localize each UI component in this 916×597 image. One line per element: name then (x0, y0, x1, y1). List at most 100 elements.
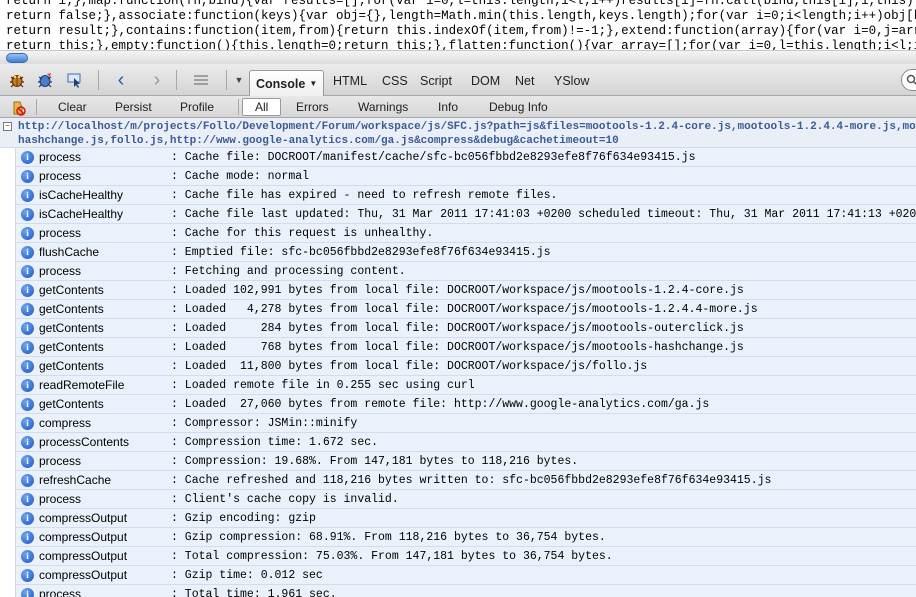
log-message: : Loaded 102,991 bytes from local file: … (171, 284, 744, 297)
log-function-name: process (39, 587, 82, 597)
log-row[interactable]: i process: Cache file: DOCROOT/manifest/c… (16, 148, 916, 167)
log-row[interactable]: i getContents: Loaded 102,991 bytes from … (16, 281, 916, 300)
log-function-name: getContents (39, 340, 104, 354)
list-menu-icon[interactable] (190, 70, 212, 90)
log-row[interactable]: i isCacheHealthy: Cache file last updated… (16, 205, 916, 224)
log-message: : Total time: 1.961 sec. (171, 588, 337, 597)
log-row[interactable]: i process: Total time: 1.961 sec. (16, 585, 916, 597)
log-message: : Loaded 4,278 bytes from local file: DO… (171, 303, 758, 316)
log-row[interactable]: i getContents: Loaded 11,800 bytes from l… (16, 357, 916, 376)
inspect-pointer-icon[interactable] (64, 70, 86, 90)
info-icon: i (21, 417, 34, 430)
log-entries: i process: Cache file: DOCROOT/manifest/c… (16, 148, 916, 597)
log-row[interactable]: i process: Client's cache copy is invalid… (16, 490, 916, 509)
tab-net[interactable]: Net (509, 70, 540, 92)
console-log: − http://localhost/m/projects/Follo/Deve… (0, 118, 916, 597)
info-icon: i (21, 189, 34, 202)
firebug-toolbar: ‹ › ▼ Console ▼ HTML CSS Script DOM Net … (0, 64, 916, 96)
tab-html[interactable]: HTML (327, 70, 373, 92)
log-message: : Gzip encoding: gzip (171, 512, 316, 525)
log-message: : Gzip time: 0.012 sec (171, 569, 323, 582)
info-icon: i (21, 379, 34, 392)
log-row[interactable]: i getContents: Loaded 4,278 bytes from lo… (16, 300, 916, 319)
tab-css[interactable]: CSS (376, 70, 414, 92)
info-icon: i (21, 284, 34, 297)
filter-all[interactable]: All (242, 98, 282, 116)
firebug-bug-icon[interactable] (6, 70, 28, 90)
info-icon: i (21, 569, 34, 582)
log-row[interactable]: i readRemoteFile: Loaded remote file in 0… (16, 376, 916, 395)
log-message: : Loaded 11,800 bytes from local file: D… (171, 360, 648, 373)
filter-errors[interactable]: Errors (296, 98, 329, 116)
log-row[interactable]: i compressOutput: Total compression: 75.0… (16, 547, 916, 566)
inspect-bug-icon[interactable] (34, 70, 56, 90)
log-row[interactable]: i refreshCache: Cache refreshed and 118,2… (16, 471, 916, 490)
tab-console[interactable]: Console ▼ (249, 70, 325, 96)
log-message: : Cache file last updated: Thu, 31 Mar 2… (171, 208, 916, 221)
log-function-name: getContents (39, 321, 104, 335)
log-function-name: readRemoteFile (39, 378, 125, 392)
log-function-name: process (39, 454, 82, 468)
log-row[interactable]: i compressOutput: Gzip time: 0.012 sec (16, 566, 916, 585)
tab-dom[interactable]: DOM (465, 70, 506, 92)
info-icon: i (21, 474, 34, 487)
log-message: : Compression time: 1.672 sec. (171, 436, 379, 449)
back-arrow-icon[interactable]: ‹ (110, 69, 132, 91)
profile-button[interactable]: Profile (180, 98, 214, 116)
info-icon: i (21, 227, 34, 240)
log-row[interactable]: i processContents: Compression time: 1.67… (16, 433, 916, 452)
filter-info[interactable]: Info (438, 98, 458, 116)
log-message: : Client's cache copy is invalid. (171, 493, 399, 506)
clear-button[interactable]: Clear (58, 98, 87, 116)
log-function-name: compressOutput (39, 511, 128, 525)
log-row[interactable]: i getContents: Loaded 284 bytes from loca… (16, 319, 916, 338)
info-icon: i (21, 265, 34, 278)
group-url-line2[interactable]: hashchange.js,follo.js,http://www.google… (18, 135, 619, 148)
collapse-toggle-icon[interactable]: − (3, 122, 12, 131)
log-function-name: compressOutput (39, 549, 128, 563)
log-row[interactable]: i process: Fetching and processing conten… (16, 262, 916, 281)
log-message: : Compression: 19.68%. From 147,181 byte… (171, 455, 579, 468)
panel-menu-arrow-icon[interactable]: ▼ (232, 70, 246, 90)
log-row[interactable]: i process: Compression: 19.68%. From 147,… (16, 452, 916, 471)
info-icon: i (21, 531, 34, 544)
group-url-line1[interactable]: http://localhost/m/projects/Follo/Develo… (18, 121, 916, 134)
log-row[interactable]: i compressOutput: Gzip encoding: gzip (16, 509, 916, 528)
dropdown-arrow-icon: ▼ (309, 79, 318, 88)
log-message: : Gzip compression: 68.91%. From 118,216… (171, 531, 606, 544)
log-row[interactable]: i process: Cache mode: normal (16, 167, 916, 186)
filter-warnings[interactable]: Warnings (358, 98, 408, 116)
persist-button[interactable]: Persist (115, 98, 152, 116)
search-input[interactable] (901, 69, 916, 91)
tab-script[interactable]: Script (414, 70, 458, 92)
log-row[interactable]: i getContents: Loaded 768 bytes from loca… (16, 338, 916, 357)
forward-arrow-icon[interactable]: › (146, 69, 168, 91)
log-function-name: getContents (39, 397, 104, 411)
log-message: : Loaded 284 bytes from local file: DOCR… (171, 322, 744, 335)
page-source: return i;},map:function(fn,bind){var res… (0, 0, 916, 50)
log-row[interactable]: i isCacheHealthy: Cache file has expired … (16, 186, 916, 205)
log-row[interactable]: i compressOutput: Gzip compression: 68.91… (16, 528, 916, 547)
scrollbar-thumb[interactable] (6, 53, 28, 63)
log-message: : Cache file has expired - need to refre… (171, 189, 558, 202)
source-line: return i;},map:function(fn,bind){var res… (6, 0, 916, 8)
log-row[interactable]: i flushCache: Emptied file: sfc-bc056fbbd… (16, 243, 916, 262)
log-function-name: process (39, 169, 82, 183)
tab-yslow[interactable]: YSlow (548, 70, 595, 92)
log-row[interactable]: i process: Cache for this request is unhe… (16, 224, 916, 243)
log-row[interactable]: i getContents: Loaded 27,060 bytes from r… (16, 395, 916, 414)
log-row[interactable]: i compress: Compressor: JSMin::minify (16, 414, 916, 433)
info-icon: i (21, 151, 34, 164)
clear-console-icon[interactable] (10, 99, 26, 117)
info-icon: i (21, 246, 34, 259)
log-function-name: process (39, 226, 82, 240)
log-message: : Loaded 768 bytes from local file: DOCR… (171, 341, 744, 354)
log-group-header[interactable]: − http://localhost/m/projects/Follo/Deve… (0, 118, 916, 148)
log-function-name: processContents (39, 435, 130, 449)
info-icon: i (21, 170, 34, 183)
horizontal-scrollbar[interactable] (0, 50, 916, 64)
log-function-name: isCacheHealthy (39, 207, 124, 221)
source-line: return result;},contains:function(item,f… (6, 24, 916, 38)
filter-debug-info[interactable]: Debug Info (489, 98, 548, 116)
source-line: return this;},empty:function(){this.leng… (6, 39, 916, 50)
